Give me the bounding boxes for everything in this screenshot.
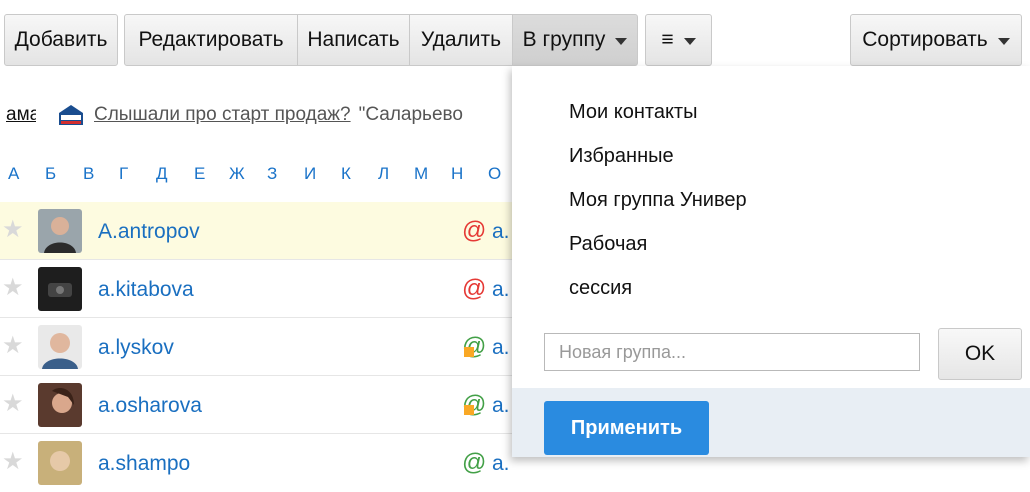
delete-button[interactable]: Удалить — [409, 14, 513, 66]
star-icon[interactable]: ★ — [2, 334, 24, 358]
sort-button-label: Сортировать — [862, 28, 988, 51]
svg-text:@: @ — [462, 217, 486, 243]
alphabet-letter[interactable]: М — [414, 164, 428, 184]
edit-button-label: Редактировать — [138, 28, 284, 51]
to-group-button-label: В группу — [522, 28, 606, 51]
alphabet-letter[interactable]: Г — [119, 164, 128, 184]
contact-email[interactable]: a. — [492, 336, 510, 360]
contact-email[interactable]: a. — [492, 452, 510, 476]
apply-button[interactable]: Применить — [544, 401, 709, 455]
mail-status-icon: @ — [462, 217, 486, 243]
mail-status-icon: @ — [462, 333, 486, 359]
alphabet-letter[interactable]: Л — [378, 164, 389, 184]
group-option[interactable]: Мои контакты — [569, 101, 697, 124]
mail-status-icon: @ — [462, 449, 486, 475]
avatar — [38, 209, 82, 253]
pik-logo-icon — [59, 105, 83, 125]
contact-name[interactable]: A.antropov — [98, 220, 200, 244]
alphabet-letter[interactable]: Б — [45, 164, 56, 184]
sort-button[interactable]: Сортировать — [850, 14, 1022, 66]
svg-text:@: @ — [462, 449, 486, 475]
alphabet-letter[interactable]: И — [304, 164, 316, 184]
group-option[interactable]: Моя группа Универ — [569, 189, 747, 212]
alphabet-letter[interactable]: Ж — [229, 164, 245, 184]
alphabet-letter[interactable]: Д — [156, 164, 168, 184]
hamburger-icon: ≡ — [661, 28, 674, 51]
contact-row[interactable]: ★ a.kitabova @ a. — [0, 260, 520, 318]
alphabet-letter[interactable]: К — [341, 164, 351, 184]
mail-status-icon: @ — [462, 391, 486, 417]
contact-email[interactable]: a. — [492, 278, 510, 302]
write-button-label: Написать — [307, 28, 400, 51]
contact-email[interactable]: a. — [492, 394, 510, 418]
ad-text: "Саларьево — [358, 104, 463, 125]
ad-link[interactable]: Слышали про старт продаж? — [94, 104, 351, 126]
alphabet-letter[interactable]: Е — [194, 164, 205, 184]
write-button[interactable]: Написать — [297, 14, 410, 66]
chevron-down-icon — [997, 37, 1010, 45]
group-option[interactable]: Рабочая — [569, 233, 647, 256]
ok-button[interactable]: OK — [938, 328, 1022, 380]
add-button-label: Добавить — [14, 28, 108, 51]
alphabet-letter[interactable]: В — [83, 164, 94, 184]
ok-button-label: OK — [964, 342, 996, 365]
add-button[interactable]: Добавить — [4, 14, 118, 66]
chevron-down-icon — [683, 37, 696, 45]
contact-row[interactable]: ★ a.shampo @ a. — [0, 434, 520, 492]
new-group-input[interactable] — [544, 333, 920, 371]
group-dropdown: Мои контакты Избранные Моя группа Универ… — [512, 66, 1030, 457]
star-icon[interactable]: ★ — [2, 218, 24, 242]
dropdown-footer: Применить — [512, 388, 1030, 457]
delete-button-label: Удалить — [420, 28, 502, 51]
contact-name[interactable]: a.kitabova — [98, 278, 194, 302]
star-icon[interactable]: ★ — [2, 450, 24, 474]
alphabet-filter: А Б В Г Д Е Ж З И К Л М Н О — [0, 160, 520, 190]
contact-row[interactable]: ★ A.antropov @ a. — [0, 202, 520, 260]
avatar — [38, 325, 82, 369]
group-option[interactable]: сессия — [569, 277, 632, 300]
alphabet-letter[interactable]: Н — [451, 164, 463, 184]
ad-left-link[interactable]: ама — [6, 104, 36, 126]
ad-banner: ама Слышали про старт продаж? "Саларьево — [0, 90, 520, 140]
contact-row[interactable]: ★ a.osharova @ a. — [0, 376, 520, 434]
alphabet-letter[interactable]: О — [488, 164, 501, 184]
mail-status-icon: @ — [462, 275, 486, 301]
avatar — [38, 267, 82, 311]
avatar — [38, 441, 82, 485]
to-group-button[interactable]: В группу — [512, 14, 638, 66]
chevron-down-icon — [615, 37, 628, 45]
contact-row[interactable]: ★ a.lyskov @ a. — [0, 318, 520, 376]
avatar — [38, 383, 82, 427]
star-icon[interactable]: ★ — [2, 276, 24, 300]
group-option[interactable]: Избранные — [569, 145, 674, 168]
contact-email[interactable]: a. — [492, 220, 510, 244]
contact-name[interactable]: a.lyskov — [98, 336, 174, 360]
svg-text:@: @ — [462, 275, 486, 301]
edit-button[interactable]: Редактировать — [124, 14, 298, 66]
apply-button-label: Применить — [570, 416, 683, 439]
alphabet-letter[interactable]: З — [267, 164, 277, 184]
alphabet-letter[interactable]: А — [8, 164, 19, 184]
star-icon[interactable]: ★ — [2, 392, 24, 416]
contact-name[interactable]: a.osharova — [98, 394, 202, 418]
contact-name[interactable]: a.shampo — [98, 452, 190, 476]
more-menu-button[interactable]: ≡ — [645, 14, 712, 66]
